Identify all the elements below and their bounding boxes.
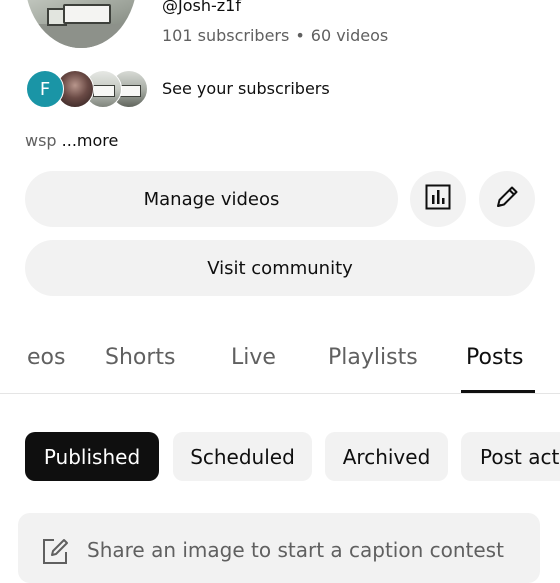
chip-archived[interactable]: Archived [325,432,448,481]
create-post-prompt: Share an image to start a caption contes… [87,538,504,562]
tab-live[interactable]: Live [231,345,276,370]
tab-playlists[interactable]: Playlists [328,345,418,370]
tabs-divider [0,393,560,394]
edit-channel-button[interactable] [479,171,535,227]
subscriber-avatar-letter: F [26,70,64,108]
channel-description[interactable]: wsp ...more [25,131,118,150]
chip-scheduled[interactable]: Scheduled [173,432,312,481]
tab-posts[interactable]: Posts [466,345,524,370]
description-text: wsp [25,131,57,150]
more-link[interactable]: ...more [62,131,119,150]
see-subscribers-link[interactable]: See your subscribers [162,79,330,98]
analytics-button[interactable] [410,171,466,227]
subscriber-avatars[interactable]: F [26,70,150,108]
chip-post-activity[interactable]: Post act [461,432,560,481]
avatar-photo-road [25,24,137,48]
tab-videos[interactable]: eos [27,345,65,370]
channel-stats: 101 subscribers • 60 videos [162,26,388,45]
manage-videos-button[interactable]: Manage videos [25,171,398,227]
visit-community-button[interactable]: Visit community [25,240,535,296]
edit-square-icon [40,536,70,570]
subscriber-count: 101 subscribers [162,26,290,45]
pencil-icon [492,182,522,216]
video-count: 60 videos [310,26,389,45]
chip-published[interactable]: Published [25,432,159,481]
tab-shorts[interactable]: Shorts [105,345,176,370]
channel-avatar[interactable] [25,0,137,48]
bar-chart-icon [425,184,451,214]
avatar-photo-truck [63,4,111,24]
stats-separator: • [295,26,305,45]
channel-handle: @Josh-z1f [162,0,241,15]
